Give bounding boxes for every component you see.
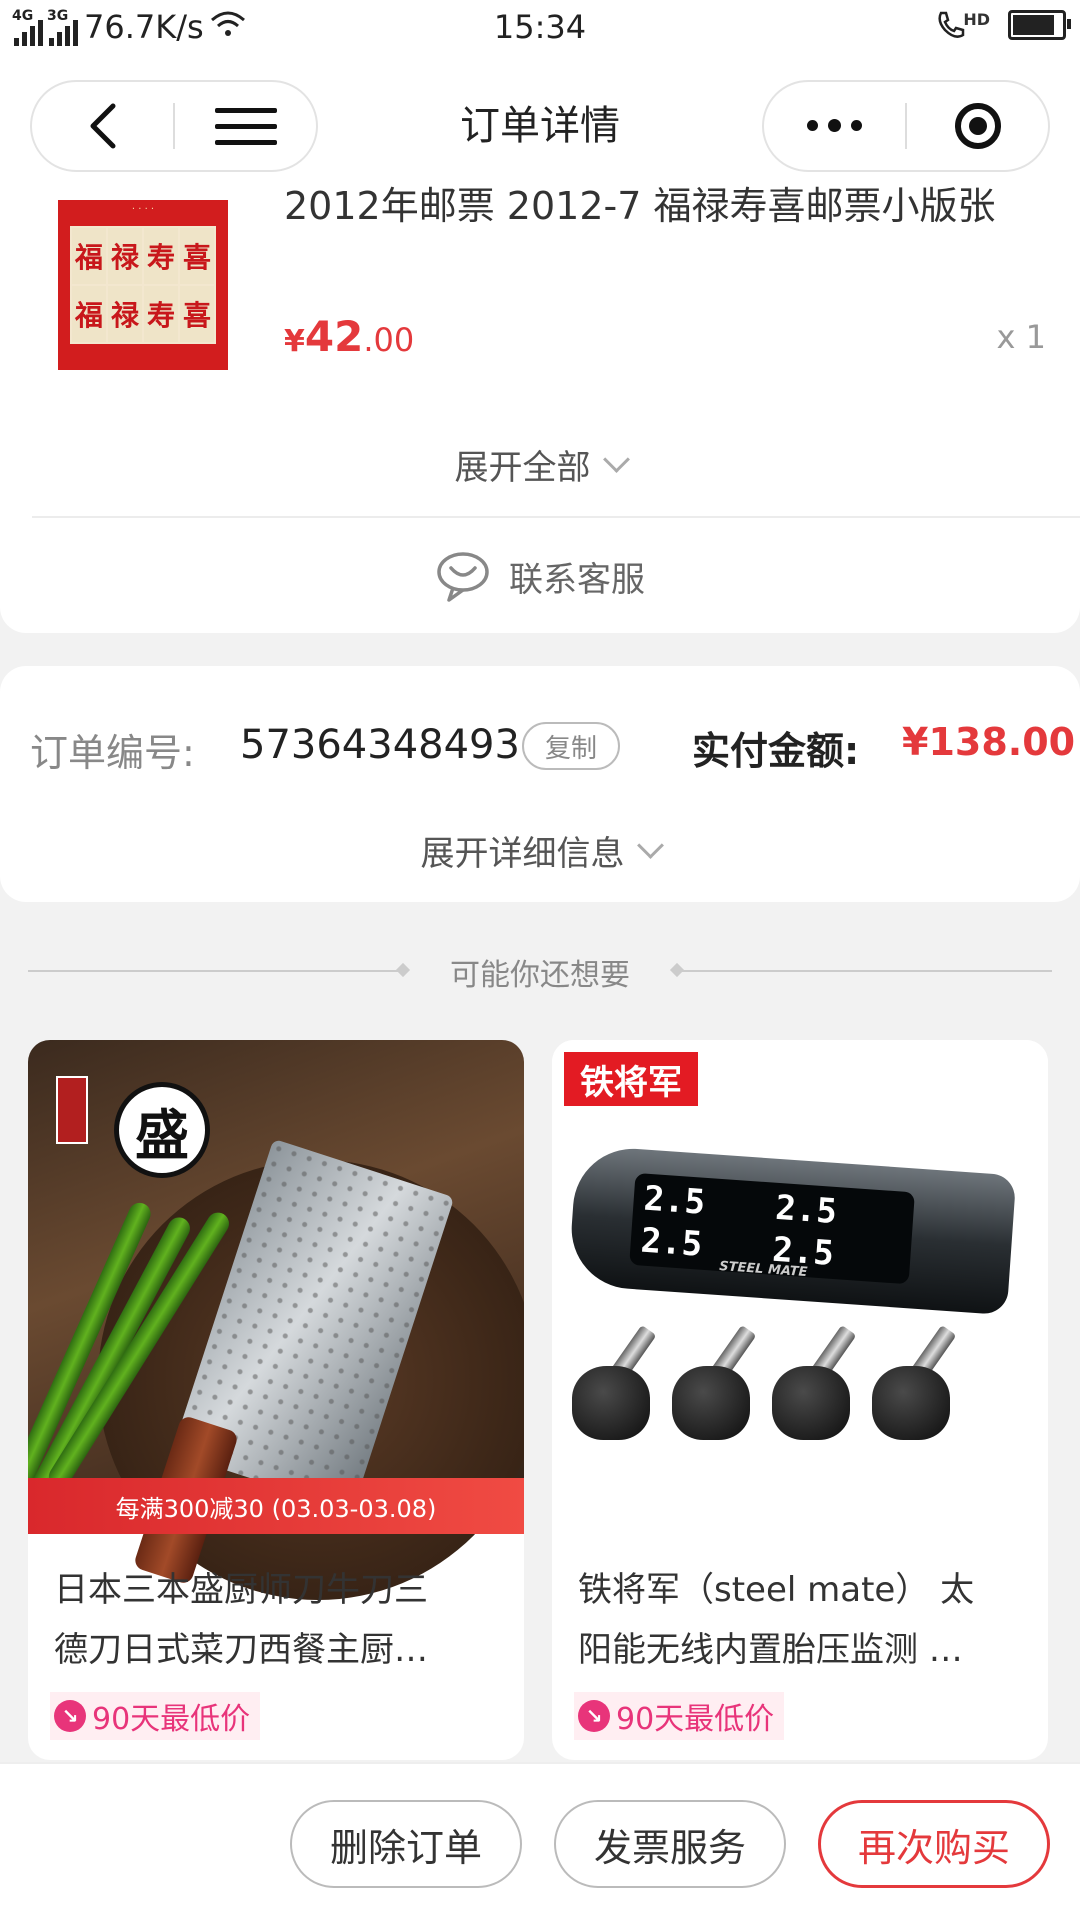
order-number: 57364348493 <box>240 722 520 768</box>
stamp-character: 禄 <box>108 286 142 342</box>
invoice-service-button[interactable]: 发票服务 <box>554 1800 786 1888</box>
tire-sensor <box>872 1320 957 1440</box>
stamp-character: 福 <box>72 286 106 342</box>
brand-badge: 铁将军 <box>564 1052 698 1106</box>
tire-sensor <box>572 1320 657 1440</box>
delete-order-button[interactable]: 删除订单 <box>290 1800 522 1888</box>
promo-banner: 每满300减30 (03.03-03.08) <box>28 1478 524 1534</box>
stamp-grid: 福禄寿喜福禄寿喜 <box>70 226 216 344</box>
recommend-card[interactable]: 铁将军 2.5 2.5 2.5 2.5 STEEL MATE 铁将军（steel… <box>552 1040 1048 1760</box>
brand-seal <box>56 1076 88 1144</box>
battery-level <box>1013 15 1055 35</box>
recommend-card[interactable]: 盛 每满300减30 (03.03-03.08) 日本三本盛厨师刀牛刀三 德刀日… <box>28 1040 524 1760</box>
product-image-tpms: 铁将军 2.5 2.5 2.5 2.5 STEEL MATE <box>552 1040 1048 1534</box>
tire-sensor <box>672 1320 757 1440</box>
stamp-character: 寿 <box>144 228 178 284</box>
lowest-price-badge: ↘ 90天最低价 <box>574 1692 785 1740</box>
stamp-character: 喜 <box>180 228 214 284</box>
page-title: 订单详情 <box>460 103 620 149</box>
product-image-knife: 盛 每满300减30 (03.03-03.08) <box>28 1040 524 1600</box>
expand-all-button[interactable]: 展开全部 <box>0 440 1080 489</box>
chat-bubble-icon <box>437 552 489 602</box>
buy-again-button[interactable]: 再次购买 <box>818 1800 1050 1888</box>
stamp-character: 寿 <box>144 286 178 342</box>
trend-down-icon: ↘ <box>578 1700 610 1732</box>
rec-divider-right <box>672 970 1052 972</box>
product-quantity: x 1 <box>996 318 1046 356</box>
recommend-title: 可能你还想要 <box>450 958 630 993</box>
stamp-top-decoration: · · · · <box>131 204 155 215</box>
call-hd-icon: HD <box>935 10 990 40</box>
status-time: 15:34 <box>493 8 587 46</box>
paid-amount: ¥138.00 <box>902 720 1076 764</box>
product-thumbnail[interactable]: · · · · 福禄寿喜福禄寿喜 <box>58 200 228 370</box>
contact-service-button[interactable]: 联系客服 <box>0 550 1080 602</box>
lowest-price-badge: ↘ 90天最低价 <box>50 1692 261 1740</box>
divider <box>32 516 1080 518</box>
recommend-product-name: 日本三本盛厨师刀牛刀三 德刀日式菜刀西餐主厨… <box>54 1570 428 1670</box>
chevron-down-icon <box>602 446 630 473</box>
expand-detail-button[interactable]: 展开详细信息 <box>0 826 1080 875</box>
tire-sensor <box>772 1320 857 1440</box>
tpms-monitor: 2.5 2.5 2.5 2.5 STEEL MATE <box>567 1144 1017 1316</box>
trend-down-icon: ↘ <box>54 1700 86 1732</box>
product-title[interactable]: 2012年邮票 2012-7 福禄寿喜邮票小版张 <box>284 178 1044 234</box>
status-right: HD <box>935 10 1071 40</box>
recommend-product-name: 铁将军（steel mate） 太 阳能无线内置胎压监测 … <box>578 1570 975 1670</box>
order-number-label: 订单编号: <box>30 731 195 775</box>
stamp-character: 喜 <box>180 286 214 342</box>
stamp-character: 福 <box>72 228 106 284</box>
paid-amount-label: 实付金额: <box>692 729 860 773</box>
chevron-down-icon <box>636 832 664 859</box>
copy-button[interactable]: 复制 <box>522 722 620 770</box>
product-price: ¥42.00 <box>284 312 415 361</box>
battery-icon <box>1008 10 1071 40</box>
brand-logo: 盛 <box>114 1082 210 1178</box>
stamp-character: 禄 <box>108 228 142 284</box>
status-bar: 4G 3G 76.7K/s 15:34 HD <box>0 0 1080 58</box>
